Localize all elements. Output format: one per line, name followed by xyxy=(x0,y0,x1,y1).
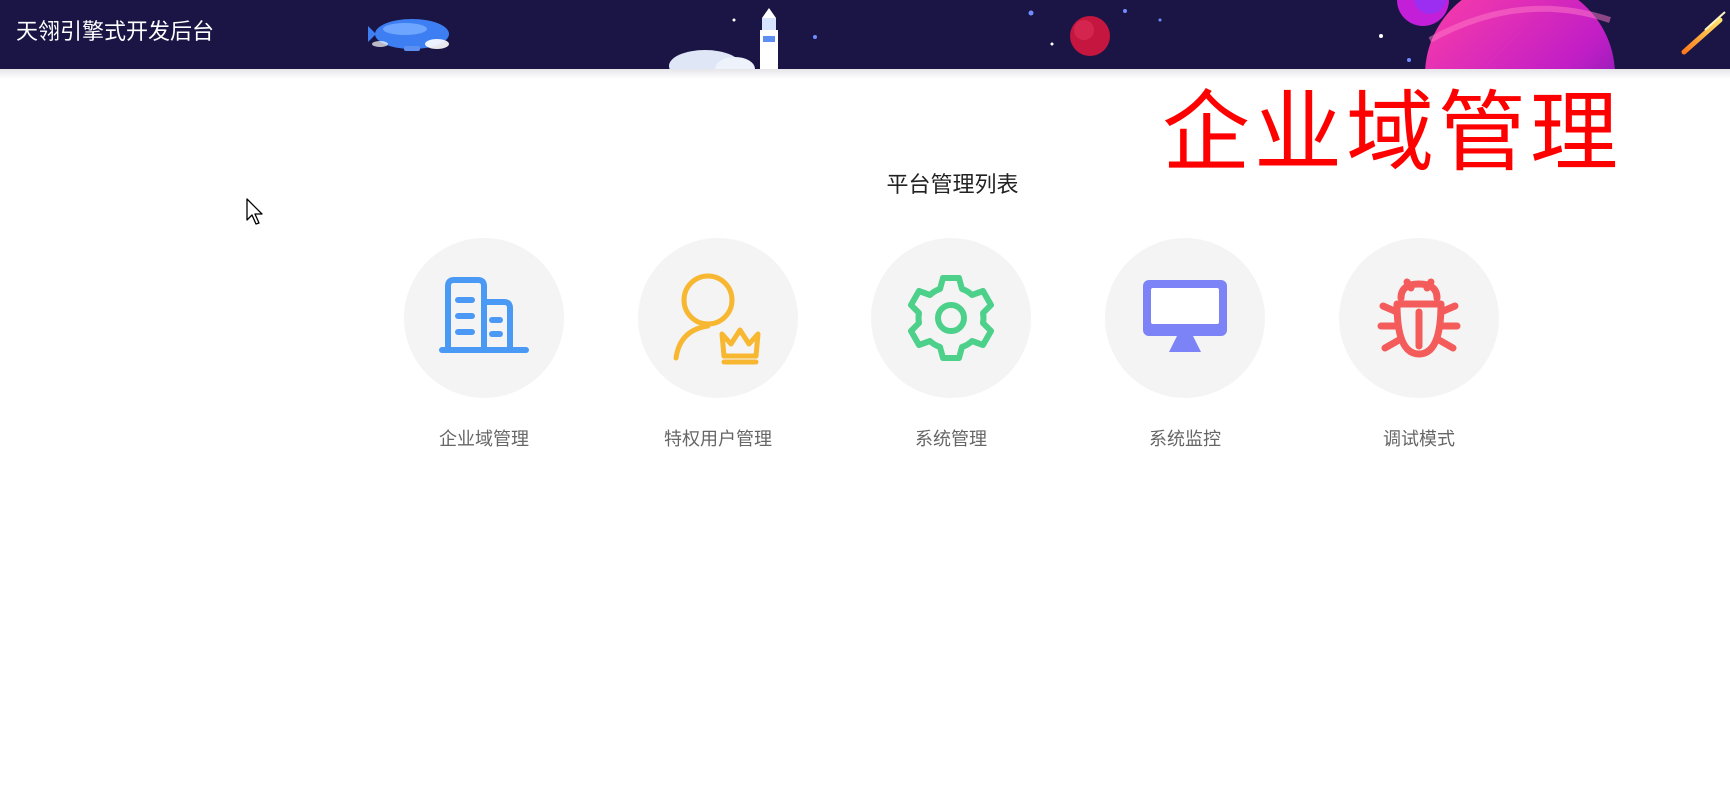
menu-item-debug-mode[interactable]: 调试模式 xyxy=(1329,238,1509,468)
menu-item-enterprise-domain[interactable]: 企业域管理 xyxy=(394,238,574,468)
menu-item-icon-circle xyxy=(1105,238,1265,398)
menu-item-system-management[interactable]: 系统管理 xyxy=(861,238,1041,468)
gear-icon xyxy=(908,275,994,361)
menu-item-label: 调试模式 xyxy=(1383,429,1455,450)
menu-item-icon-circle xyxy=(1339,238,1499,398)
monitor-icon xyxy=(1143,280,1227,352)
menu-item-icon-circle xyxy=(404,238,564,398)
menu-item-label: 企业域管理 xyxy=(439,429,529,450)
section-title: 平台管理列表 xyxy=(886,173,1019,198)
menu-item-privileged-users[interactable]: 特权用户管理 xyxy=(628,238,808,468)
menu-item-system-monitoring[interactable]: 系统监控 xyxy=(1095,238,1275,468)
menu-item-icon-circle xyxy=(638,238,798,398)
airship-illustration xyxy=(368,19,449,51)
header-decoration xyxy=(368,0,1726,69)
top-bar: 天翎引擎式开发后台 xyxy=(0,0,1730,69)
menu-item-icon-circle xyxy=(871,238,1031,398)
menu-item-label: 系统管理 xyxy=(915,429,987,450)
menu-item-label: 系统监控 xyxy=(1149,429,1221,450)
comet-illustration xyxy=(1681,17,1723,55)
user-crown-icon xyxy=(673,273,761,365)
menu-item-label: 特权用户管理 xyxy=(664,429,772,450)
mouse-cursor-icon xyxy=(246,198,263,225)
bug-icon xyxy=(1377,278,1461,358)
building-icon xyxy=(439,277,529,353)
lighthouse-illustration xyxy=(669,8,778,69)
